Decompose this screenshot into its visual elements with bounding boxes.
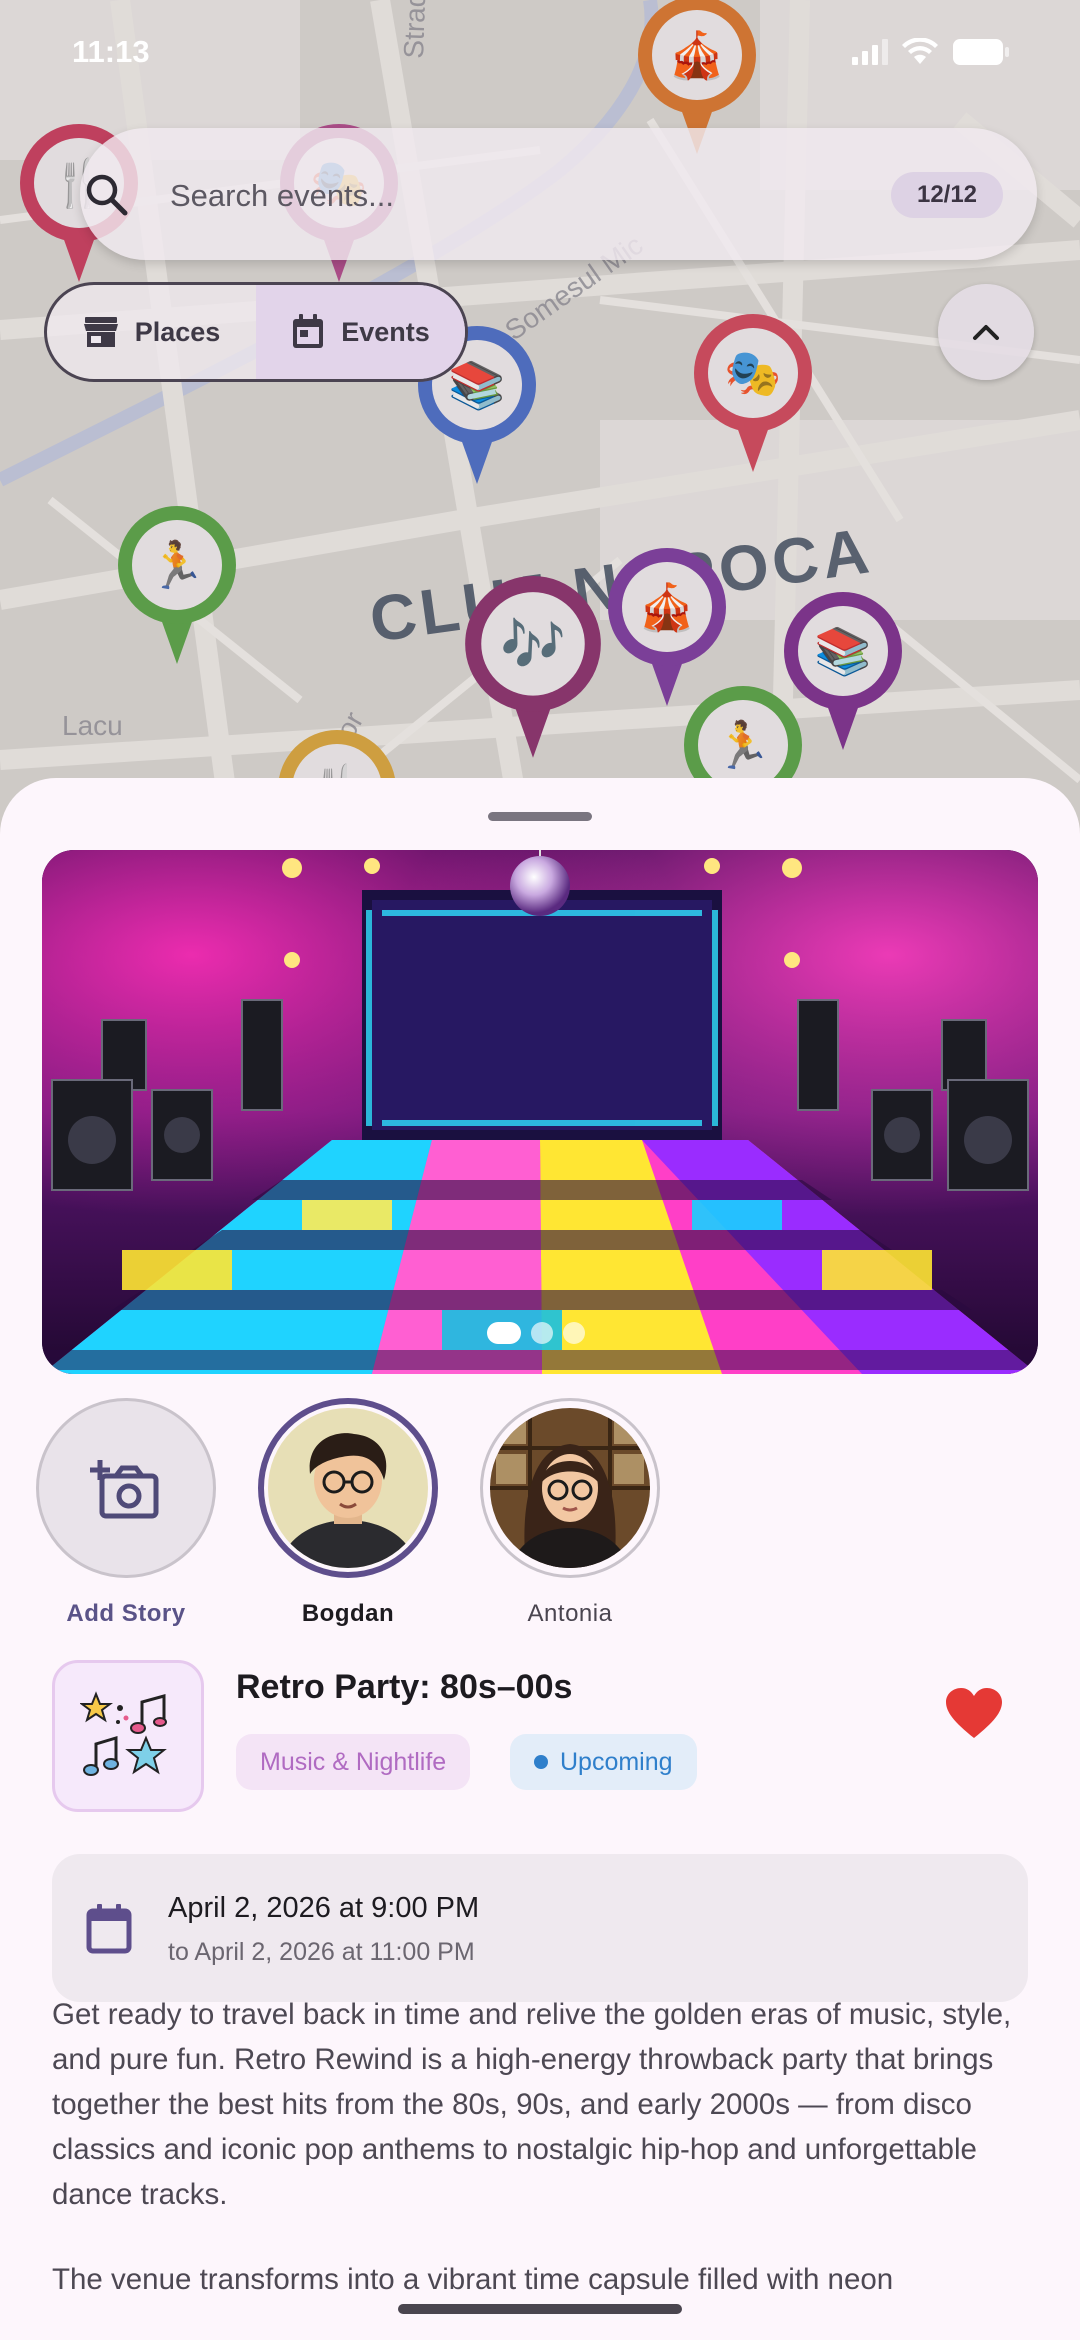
event-title: Retro Party: 80s–00s	[236, 1668, 573, 1706]
status-icons	[852, 38, 1010, 66]
story-name: Antonia	[527, 1600, 613, 1627]
event-detail-sheet[interactable]: Add Story Bogdan Antonia Retro Party: 80…	[0, 778, 1080, 2340]
add-photo-icon	[90, 1460, 159, 1519]
sheet-drag-handle[interactable]	[488, 812, 592, 821]
map-dim-overlay	[0, 0, 1080, 820]
event-description: Get ready to travel back in time and rel…	[52, 1992, 1042, 2302]
avatar	[268, 1408, 428, 1568]
favorite-button[interactable]	[946, 1688, 1002, 1745]
avatar	[490, 1408, 650, 1568]
carousel-dot[interactable]	[487, 1322, 521, 1344]
collapse-map-button[interactable]	[938, 284, 1034, 380]
wifi-icon	[902, 38, 938, 64]
category-chip[interactable]: Music & Nightlife	[236, 1734, 471, 1790]
segment-events[interactable]: Events	[256, 285, 465, 379]
add-story-label: Add Story	[66, 1600, 186, 1627]
home-indicator[interactable]	[398, 2304, 682, 2314]
search-input[interactable]: Search events...	[170, 178, 394, 214]
add-story-button[interactable]: Add Story	[36, 1398, 216, 1628]
calendar-icon	[86, 1904, 132, 1954]
heart-icon	[946, 1688, 1002, 1738]
status-chip: Upcoming	[510, 1734, 697, 1790]
segment-events-label: Events	[341, 316, 430, 347]
story-antonia[interactable]: Antonia	[480, 1398, 660, 1628]
status-dot	[534, 1755, 548, 1769]
storefront-icon	[83, 317, 118, 347]
cellular-signal-icon	[852, 39, 888, 65]
story-ring	[258, 1398, 438, 1578]
calendar-icon	[293, 314, 324, 348]
carousel-dot[interactable]	[531, 1322, 553, 1344]
story-name: Bogdan	[301, 1600, 395, 1627]
add-story-circle[interactable]	[36, 1398, 216, 1578]
search-icon	[86, 174, 128, 216]
description-paragraph: The venue transforms into a vibrant time…	[52, 2263, 894, 2296]
battery-icon	[953, 39, 1009, 65]
event-end-date: to April 2, 2026 at 11:00 PM	[168, 1938, 475, 1966]
music-notes-icon	[80, 1691, 167, 1776]
carousel-indicator	[487, 1322, 585, 1344]
segment-places[interactable]: Places	[47, 285, 256, 379]
event-image-carousel[interactable]	[42, 850, 1038, 1374]
places-events-toggle[interactable]: Places Events	[44, 282, 468, 382]
status-bar: 11:13	[0, 0, 1080, 100]
event-photo	[42, 850, 1038, 1374]
search-bar[interactable]: Search events... 12/12	[80, 128, 1037, 260]
category-chip-label: Music & Nightlife	[260, 1747, 447, 1776]
chevron-up-icon	[973, 325, 999, 340]
stories-row: Add Story Bogdan Antonia	[36, 1398, 660, 1628]
status-chip-label: Upcoming	[560, 1747, 673, 1776]
map-view[interactable]: Strada Horea Somesul Mic Lacu dor CLUJ N…	[0, 0, 1080, 820]
status-time: 11:13	[72, 34, 150, 69]
result-count-badge: 12/12	[891, 172, 1003, 218]
segment-places-label: Places	[134, 316, 221, 347]
description-paragraph: Get ready to travel back in time and rel…	[52, 1998, 1012, 2211]
story-bogdan[interactable]: Bogdan	[258, 1398, 438, 1628]
carousel-dot[interactable]	[563, 1322, 585, 1344]
story-ring	[480, 1398, 660, 1578]
event-category-tile	[52, 1660, 204, 1812]
event-date-card: April 2, 2026 at 9:00 PM to April 2, 202…	[52, 1854, 1028, 2002]
event-start-date: April 2, 2026 at 9:00 PM	[168, 1892, 480, 1924]
